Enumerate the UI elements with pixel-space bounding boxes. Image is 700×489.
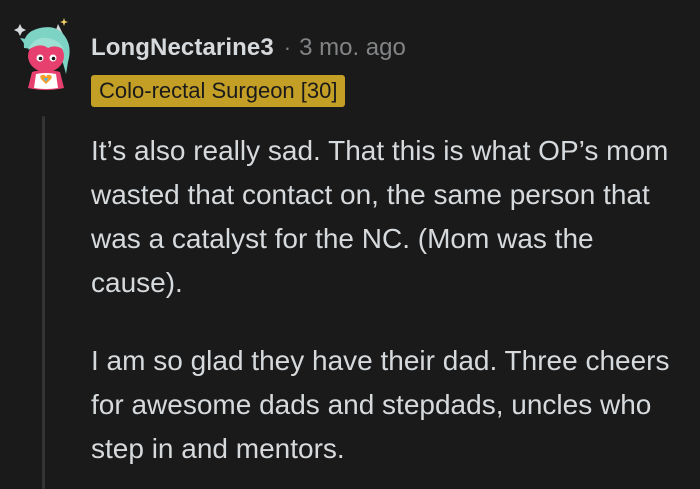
user-avatar[interactable]: [14, 18, 78, 92]
username-link[interactable]: LongNectarine3: [91, 34, 274, 62]
comment: LongNectarine3 · 3 mo. ago Colo-rectal S…: [0, 0, 700, 489]
comment-meta: LongNectarine3 · 3 mo. ago: [91, 32, 406, 64]
comment-paragraph: I am so glad they have their dad. Three …: [91, 345, 670, 464]
thread-collapse-line[interactable]: [42, 116, 45, 489]
user-flair: Colo-rectal Surgeon [30]: [91, 75, 346, 107]
meta-separator: ·: [283, 35, 292, 60]
comment-paragraph: It’s also really sad. That this is what …: [91, 135, 669, 298]
avatar-icon: [14, 18, 70, 90]
comment-timestamp[interactable]: 3 mo. ago: [299, 34, 406, 62]
comment-body: It’s also really sad. That this is what …: [91, 129, 681, 471]
